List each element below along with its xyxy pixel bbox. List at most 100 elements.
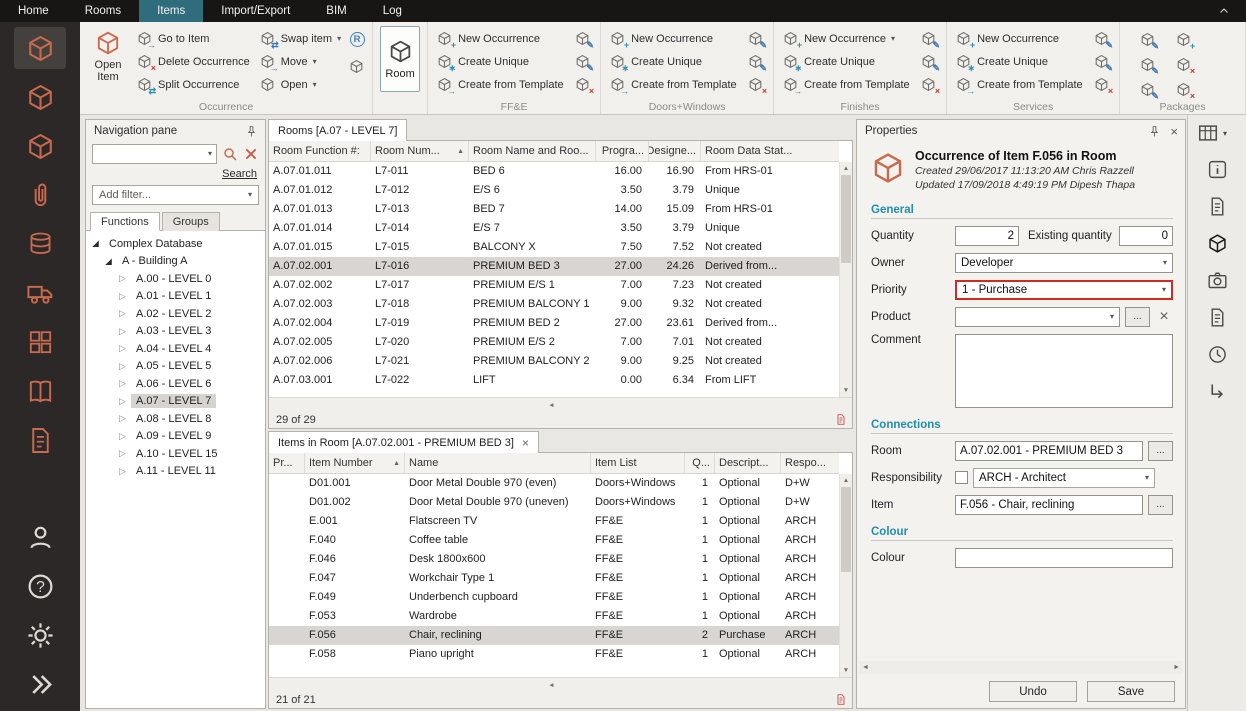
- item-row[interactable]: F.046 Desk 1800x600 FF&E 1 Optional ARCH: [269, 550, 839, 569]
- collapse-ribbon-icon[interactable]: [1202, 0, 1246, 22]
- page-icon[interactable]: [1204, 304, 1230, 330]
- item-row[interactable]: F.040 Coffee table FF&E 1 Optional ARCH: [269, 531, 839, 550]
- item-row[interactable]: D01.002 Door Metal Double 970 (uneven) D…: [269, 493, 839, 512]
- col-item-name[interactable]: Name: [405, 453, 591, 473]
- tree-item-level[interactable]: ▷ A.00 - LEVEL 0: [90, 270, 265, 288]
- tree-item-building[interactable]: ◢ A - Building A: [90, 253, 265, 271]
- menu-tab[interactable]: Items: [139, 0, 203, 22]
- views-dropdown-icon[interactable]: ▾: [1223, 129, 1227, 138]
- menu-tab[interactable]: Log: [365, 0, 420, 22]
- package-action-icon[interactable]: ✎: [1140, 57, 1156, 73]
- tree-item-level[interactable]: ▷ A.02 - LEVEL 2: [90, 305, 265, 323]
- settings-icon[interactable]: [14, 614, 66, 656]
- create-unique-options-icon[interactable]: ✎: [748, 54, 764, 70]
- info-icon[interactable]: [1204, 156, 1230, 182]
- open-dropdown[interactable]: Open ▾: [257, 74, 344, 97]
- create-unique-button[interactable]: ∗ Create Unique ✎: [953, 50, 1113, 73]
- room-row[interactable]: A.07.01.015 L7-015 BALCONY X 7.50 7.52 N…: [269, 238, 839, 257]
- tree-item-level[interactable]: ▷ A.08 - LEVEL 8: [90, 410, 265, 428]
- new-occurrence-options-icon[interactable]: ✎: [1094, 31, 1110, 47]
- split-occurrence-button[interactable]: ⇄ Split Occurrence: [134, 74, 253, 97]
- product-select[interactable]: ▾: [955, 307, 1120, 327]
- col-room-function[interactable]: Room Function #:: [269, 141, 371, 161]
- col-room-name[interactable]: Room Name and Roo...: [469, 141, 596, 161]
- tree-collapsed-icon[interactable]: ▷: [117, 273, 128, 284]
- priority-select[interactable]: 1 - Purchase ▾: [955, 280, 1173, 300]
- attachments-module-icon[interactable]: [14, 174, 66, 216]
- col-programmed[interactable]: Progra...: [596, 141, 649, 161]
- search-link[interactable]: Search: [222, 168, 257, 180]
- indent-arrow-icon[interactable]: [1204, 378, 1230, 404]
- clear-search-icon[interactable]: [243, 146, 259, 162]
- expand-sidebar-icon[interactable]: [14, 663, 66, 705]
- browse-room-button[interactable]: ...: [1148, 441, 1173, 461]
- menu-tab[interactable]: Rooms: [67, 0, 139, 22]
- add-filter-dropdown[interactable]: Add filter... ▾: [92, 185, 259, 205]
- history-clock-icon[interactable]: [1204, 341, 1230, 367]
- create-unique-button[interactable]: ∗ Create Unique ✎: [607, 50, 767, 73]
- create-unique-options-icon[interactable]: ✎: [575, 54, 591, 70]
- new-occurrence-button[interactable]: + New Occurrence ▾ ✎: [953, 27, 1113, 50]
- scroll-down-icon[interactable]: ▼: [840, 664, 852, 677]
- menu-tab[interactable]: BIM: [308, 0, 364, 22]
- col-priority[interactable]: Pr...: [269, 453, 305, 473]
- room-row[interactable]: A.07.02.005 L7-020 PREMIUM E/S 2 7.00 7.…: [269, 333, 839, 352]
- item-row[interactable]: F.058 Piano upright FF&E 1 Optional ARCH: [269, 645, 839, 664]
- tree-item-level[interactable]: ▷ A.04 - LEVEL 4: [90, 340, 265, 358]
- tab-functions[interactable]: Functions: [90, 212, 160, 231]
- items-in-room-tab[interactable]: Items in Room [A.07.02.001 - PREMIUM BED…: [268, 431, 539, 453]
- tab-groups[interactable]: Groups: [162, 212, 220, 231]
- rooms-tab[interactable]: Rooms [A.07 - LEVEL 7]: [268, 119, 407, 141]
- tree-item-level[interactable]: ▷ A.09 - LEVEL 9: [90, 428, 265, 446]
- create-from-template-remove-icon[interactable]: ×: [1094, 77, 1110, 93]
- tree-item-level[interactable]: ▷ A.06 - LEVEL 6: [90, 375, 265, 393]
- tree-collapsed-icon[interactable]: ▷: [117, 466, 128, 477]
- col-quantity[interactable]: Q...: [685, 453, 715, 473]
- item-row[interactable]: E.001 Flatscreen TV FF&E 1 Optional ARCH: [269, 512, 839, 531]
- new-occurrence-button[interactable]: + New Occurrence ▾ ✎: [434, 27, 594, 50]
- tree-item-root[interactable]: ◢ Complex Database: [90, 235, 265, 253]
- tree-collapsed-icon[interactable]: ▷: [117, 291, 128, 302]
- existing-quantity-input[interactable]: [1119, 226, 1173, 246]
- swap-item-dropdown[interactable]: ⇄ Swap item ▾: [257, 27, 344, 50]
- views-table-icon[interactable]: [1197, 122, 1219, 144]
- tree-collapsed-icon[interactable]: ▷: [117, 396, 128, 407]
- tree-item-level[interactable]: ▷ A.10 - LEVEL 15: [90, 445, 265, 463]
- tree-expanded-icon[interactable]: ◢: [103, 256, 114, 267]
- move-dropdown[interactable]: → Move ▾: [257, 50, 344, 73]
- item-row[interactable]: F.047 Workchair Type 1 FF&E 1 Optional A…: [269, 569, 839, 588]
- new-occurrence-options-icon[interactable]: ✎: [575, 31, 591, 47]
- create-unique-button[interactable]: ∗ Create Unique ✎: [434, 50, 594, 73]
- col-item-list[interactable]: Item List: [591, 453, 685, 473]
- create-from-template-button[interactable]: → Create from Template ×: [953, 74, 1113, 97]
- item-row[interactable]: F.056 Chair, reclining FF&E 2 Purchase A…: [269, 626, 839, 645]
- close-tab-icon[interactable]: ×: [522, 437, 529, 449]
- item-row[interactable]: F.049 Underbench cupboard FF&E 1 Optiona…: [269, 588, 839, 607]
- create-from-template-remove-icon[interactable]: ×: [748, 77, 764, 93]
- user-account-icon[interactable]: [14, 516, 66, 558]
- browse-item-button[interactable]: ...: [1148, 495, 1173, 515]
- document-icon[interactable]: [1204, 193, 1230, 219]
- package-action-icon[interactable]: ×: [1176, 82, 1192, 98]
- room-input[interactable]: [955, 441, 1143, 461]
- box-icon[interactable]: [349, 59, 365, 75]
- item-row[interactable]: D01.001 Door Metal Double 970 (even) Doo…: [269, 474, 839, 493]
- create-from-template-button[interactable]: → Create from Template ×: [780, 74, 940, 97]
- col-room-data-status[interactable]: Room Data Stat...: [701, 141, 839, 161]
- tree-item-level[interactable]: ▷ A.03 - LEVEL 3: [90, 323, 265, 341]
- report-icon[interactable]: [835, 693, 847, 706]
- col-responsibility[interactable]: Respo...: [781, 453, 839, 473]
- col-item-number[interactable]: Item Number▲: [305, 453, 405, 473]
- products-module-icon[interactable]: [14, 125, 66, 167]
- room-row[interactable]: A.07.02.006 L7-021 PREMIUM BALCONY 2 9.0…: [269, 352, 839, 371]
- logistics-module-icon[interactable]: [14, 272, 66, 314]
- scroll-up-icon[interactable]: ▲: [840, 162, 852, 175]
- create-unique-options-icon[interactable]: ✎: [1094, 54, 1110, 70]
- room-row[interactable]: A.07.02.001 L7-016 PREMIUM BED 3 27.00 2…: [269, 257, 839, 276]
- search-input[interactable]: ▾: [92, 144, 217, 164]
- help-icon[interactable]: [14, 565, 66, 607]
- quantity-input[interactable]: [955, 226, 1019, 246]
- vertical-scrollbar[interactable]: ▲ ▼: [839, 474, 852, 677]
- create-unique-button[interactable]: ∗ Create Unique ✎: [780, 50, 940, 73]
- room-row[interactable]: A.07.02.004 L7-019 PREMIUM BED 2 27.00 2…: [269, 314, 839, 333]
